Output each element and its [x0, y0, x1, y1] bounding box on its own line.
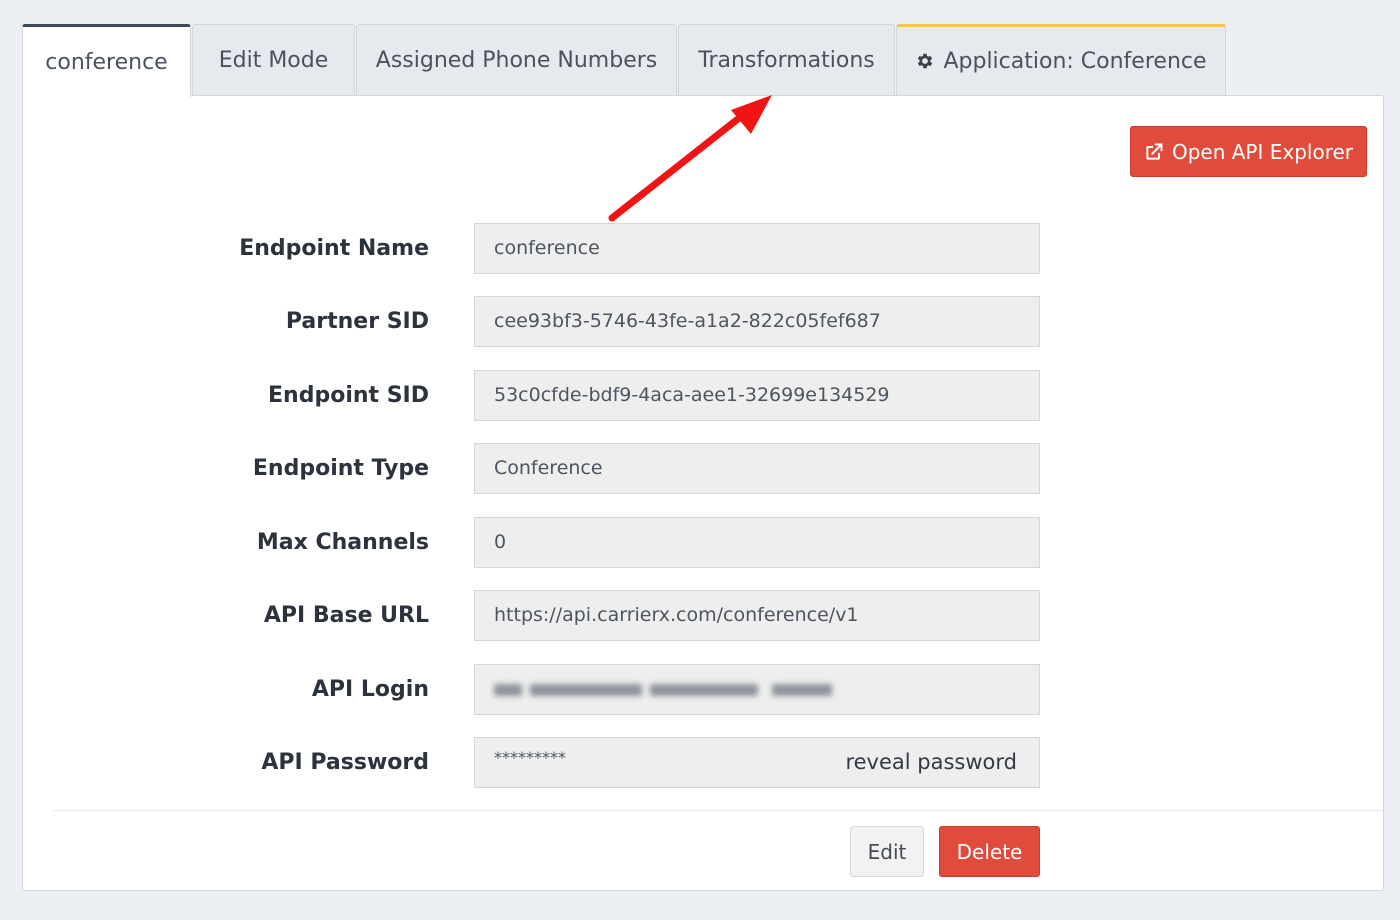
tab-transformations[interactable]: Transformations: [678, 24, 895, 95]
gear-icon: [918, 53, 933, 69]
endpoint-name-label: Endpoint Name: [239, 236, 429, 261]
tab-assigned-phone-numbers[interactable]: Assigned Phone Numbers: [356, 24, 677, 95]
api-password-field: ********* reveal password: [474, 737, 1040, 788]
tab-conference[interactable]: conference: [22, 24, 191, 97]
form-row-endpoint-type: Endpoint Type Conference: [23, 443, 1123, 494]
api-login-label: API Login: [311, 677, 429, 702]
form-row-api-login: API Login: [23, 664, 1123, 715]
api-base-url-label: API Base URL: [263, 603, 429, 628]
max-channels-field: 0: [474, 517, 1040, 568]
form-row-endpoint-name: Endpoint Name conference: [23, 223, 1123, 274]
endpoint-sid-label: Endpoint SID: [268, 383, 429, 408]
tab-label: Transformations: [698, 47, 875, 73]
endpoint-name-field: conference: [474, 223, 1040, 274]
tab-edit-mode[interactable]: Edit Mode: [192, 24, 355, 95]
api-login-field: [474, 664, 1040, 715]
external-link-icon: [1146, 143, 1163, 160]
tab-label: Application: Conference: [943, 48, 1207, 74]
api-base-url-field: https://api.carrierx.com/conference/v1: [474, 590, 1040, 641]
endpoint-sid-field: 53c0cfde-bdf9-4aca-aee1-32699e134529: [474, 370, 1040, 421]
api-password-label: API Password: [261, 750, 429, 775]
tab-label: Edit Mode: [218, 47, 329, 73]
form-row-max-channels: Max Channels 0: [23, 517, 1123, 568]
form-row-api-password: API Password ********* reveal password: [23, 737, 1123, 788]
form-row-api-base-url: API Base URL https://api.carrierx.com/co…: [23, 590, 1123, 641]
api-explorer-label: Open API Explorer: [1171, 139, 1354, 164]
open-api-explorer-button[interactable]: Open API Explorer: [1130, 126, 1367, 177]
partner-sid-label: Partner SID: [285, 309, 429, 334]
form-row-endpoint-sid: Endpoint SID 53c0cfde-bdf9-4aca-aee1-326…: [23, 370, 1123, 421]
tab-label: Assigned Phone Numbers: [375, 47, 658, 73]
form-divider: [53, 810, 1383, 811]
masked-password: *********: [494, 748, 566, 767]
endpoint-details-panel: Open API Explorer Endpoint Name conferen…: [22, 95, 1384, 891]
edit-button[interactable]: Edit: [850, 826, 924, 877]
tab-application-conference[interactable]: Application: Conference: [896, 24, 1226, 95]
reveal-password-link[interactable]: reveal password: [845, 738, 1017, 787]
tab-label: conference: [45, 49, 168, 75]
max-channels-label: Max Channels: [256, 530, 429, 555]
redacted-login-value: [494, 678, 854, 702]
form-row-partner-sid: Partner SID cee93bf3-5746-43fe-a1a2-822c…: [23, 296, 1123, 347]
partner-sid-field: cee93bf3-5746-43fe-a1a2-822c05fef687: [474, 296, 1040, 347]
endpoint-type-field: Conference: [474, 443, 1040, 494]
endpoint-type-label: Endpoint Type: [252, 456, 429, 481]
delete-button[interactable]: Delete: [939, 826, 1040, 877]
